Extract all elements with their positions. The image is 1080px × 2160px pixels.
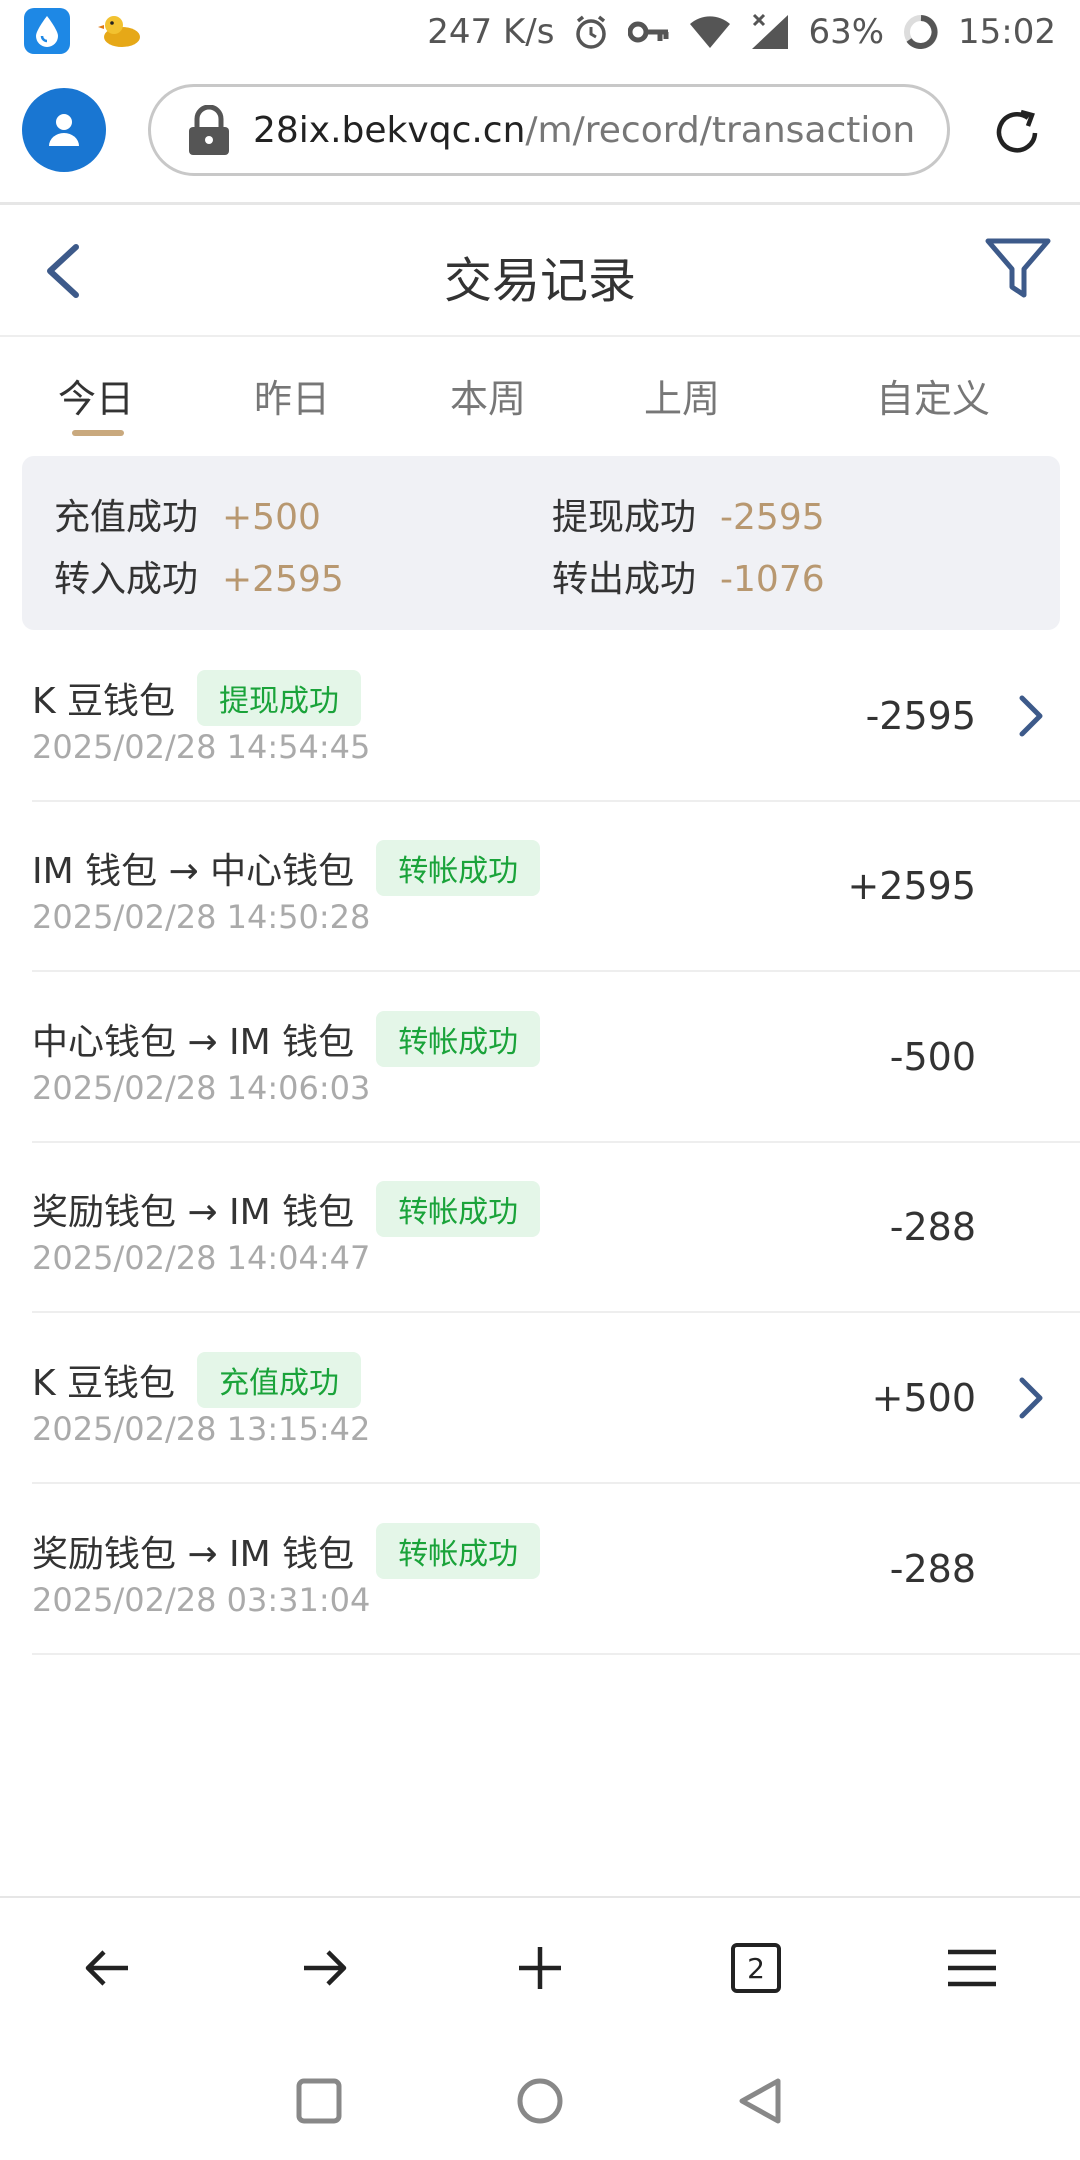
recents-square-icon[interactable] [294,2076,344,2126]
url-domain: 28ix.bekvqc.cn [253,109,526,151]
status-badge: 转帐成功 [376,840,541,896]
transaction-time: 2025/02/28 14:06:03 [32,1069,371,1107]
summary-transfer-in-label: 转入成功 [54,559,199,600]
transaction-title: 中心钱包 → IM 钱包 [32,1022,355,1063]
wifi-icon [688,14,732,50]
transaction-amount: +2595 [847,864,976,908]
alarm-icon [572,13,610,51]
transaction-row[interactable]: K 豆钱包 提现成功 2025/02/28 14:54:45 -2595 [32,632,1080,802]
transaction-title: K 豆钱包 [32,681,176,722]
status-bar: 247 K/s 63% 15:02 [0,0,1080,64]
transaction-time: 2025/02/28 14:50:28 [32,898,371,936]
transaction-time: 2025/02/28 13:15:42 [32,1410,371,1448]
drop-app-icon [24,8,70,54]
transaction-title: K 豆钱包 [32,1363,176,1404]
tab-active-indicator [72,430,124,436]
hamburger-menu-icon [948,1949,996,1987]
browser-bottom-nav: 2 [0,1896,1080,2038]
key-icon [628,19,670,45]
transaction-amount: -2595 [865,694,976,738]
menu-button[interactable] [942,1938,1002,1998]
lock-icon [189,105,229,155]
nav-back-button[interactable] [78,1938,138,1998]
chevron-right-icon[interactable] [1016,692,1046,740]
clock-time: 15:02 [958,12,1056,52]
summary-deposit-label: 充值成功 [54,497,199,538]
user-icon [49,114,79,146]
arrow-left-icon [85,1950,128,1986]
transaction-amount: +500 [871,1376,976,1420]
summary-withdraw: 提现成功 -2595 [552,488,825,540]
summary-withdraw-value: -2595 [720,497,825,538]
summary-deposit: 充值成功 +500 [54,488,321,540]
transaction-amount: -288 [889,1547,976,1591]
status-badge: 转帐成功 [376,1523,541,1579]
summary-transfer-in: 转入成功 +2595 [54,550,344,602]
filter-icon[interactable] [984,235,1052,303]
summary-deposit-value: +500 [222,497,321,538]
transaction-time: 2025/02/28 03:31:04 [32,1581,371,1619]
tab-count: 2 [731,1943,781,1993]
transaction-row: 奖励钱包 → IM 钱包 转帐成功 2025/02/28 03:31:04 -28… [32,1485,1080,1655]
chevron-right-icon[interactable] [1016,1374,1046,1422]
battery-icon [902,13,940,51]
system-nav-bar [0,2036,1080,2160]
arrow-right-icon [304,1950,347,1986]
transaction-summary: 充值成功 +500 提现成功 -2595 转入成功 +2595 转出成功 -1076 [22,456,1060,630]
transaction-row: IM 钱包 → 中心钱包 转帐成功 2025/02/28 14:50:28 +25… [32,802,1080,972]
profile-avatar[interactable] [22,88,106,172]
transaction-row: 中心钱包 → IM 钱包 转帐成功 2025/02/28 14:06:03 -50… [32,973,1080,1143]
summary-transfer-in-value: +2595 [222,559,344,600]
status-badge: 提现成功 [197,670,362,726]
summary-transfer-out: 转出成功 -1076 [552,550,825,602]
status-badge: 充值成功 [197,1352,362,1408]
transaction-row[interactable]: K 豆钱包 充值成功 2025/02/28 13:15:42 +500 [32,1314,1080,1484]
transaction-title: IM 钱包 → 中心钱包 [32,851,355,892]
transaction-amount: -500 [889,1035,976,1079]
summary-withdraw-label: 提现成功 [552,497,697,538]
transaction-time: 2025/02/28 14:04:47 [32,1239,371,1277]
status-badge: 转帐成功 [376,1181,541,1237]
transaction-title: 奖励钱包 → IM 钱包 [32,1192,355,1233]
summary-transfer-out-label: 转出成功 [552,559,697,600]
transaction-amount: -288 [889,1205,976,1249]
browser-toolbar: 28ix.bekvqc.cn/m/record/transaction [0,64,1080,205]
battery-level: 63% [808,12,885,52]
summary-transfer-out-value: -1076 [720,559,825,600]
nav-forward-button[interactable] [294,1938,354,1998]
signal-icon [750,13,790,51]
reload-icon[interactable] [990,106,1044,160]
tab-this-week[interactable]: 本周 [450,368,526,423]
tabs-button[interactable]: 2 [726,1938,786,1998]
page-title: 交易记录 [443,253,636,309]
address-bar[interactable]: 28ix.bekvqc.cn/m/record/transaction [148,84,950,176]
back-triangle-icon[interactable] [736,2076,786,2126]
tab-yesterday[interactable]: 昨日 [254,368,330,423]
tab-last-week[interactable]: 上周 [644,368,720,423]
network-speed: 247 K/s [427,12,555,52]
plus-icon [519,1947,561,1989]
url-path: /m/record/transaction [525,109,916,151]
duck-app-icon [98,8,144,54]
page-header: 交易记录 [0,205,1080,337]
date-tabs: 今日 昨日 本周 上周 自定义 [0,340,1080,440]
new-tab-button[interactable] [510,1938,570,1998]
transaction-time: 2025/02/28 14:54:45 [32,728,371,766]
tab-custom[interactable]: 自定义 [876,368,990,423]
status-badge: 转帐成功 [376,1011,541,1067]
transaction-title: 奖励钱包 → IM 钱包 [32,1534,355,1575]
tab-today[interactable]: 今日 [58,368,134,423]
transaction-row: 奖励钱包 → IM 钱包 转帐成功 2025/02/28 14:04:47 -28… [32,1143,1080,1313]
home-circle-icon[interactable] [515,2076,565,2126]
